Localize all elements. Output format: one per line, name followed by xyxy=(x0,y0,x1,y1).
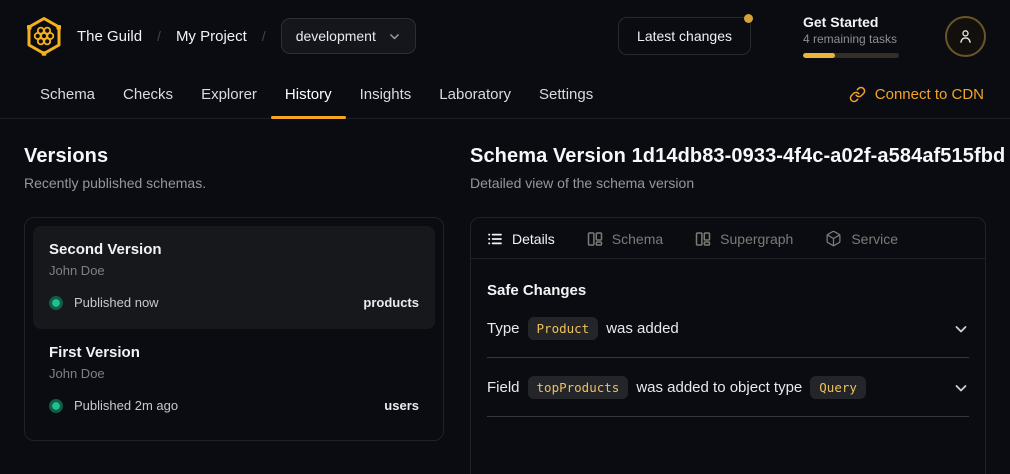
project-breadcrumb[interactable]: My Project xyxy=(176,28,247,45)
version-meta-row: Published 2m ago users xyxy=(49,398,419,413)
change-row[interactable]: Field topProducts was added to object ty… xyxy=(487,358,969,417)
panels-icon xyxy=(695,231,711,247)
schema-version-detail-card: Details Schema xyxy=(470,217,986,474)
change-code-chip: Query xyxy=(810,376,866,399)
version-list-item[interactable]: Second Version John Doe Published now pr… xyxy=(33,226,435,329)
version-list-item[interactable]: First Version John Doe Published 2m ago … xyxy=(33,329,435,432)
version-title: Second Version xyxy=(49,241,419,258)
target-selector-dropdown[interactable]: development xyxy=(281,18,416,54)
get-started-title: Get Started xyxy=(803,14,899,30)
detail-tab-supergraph[interactable]: Supergraph xyxy=(695,231,793,247)
latest-changes-button[interactable]: Latest changes xyxy=(618,17,751,55)
published-time: Published now xyxy=(74,295,159,310)
safe-changes-heading: Safe Changes xyxy=(487,282,969,299)
tab-insights[interactable]: Insights xyxy=(346,70,426,118)
detail-tab-details[interactable]: Details xyxy=(487,231,555,247)
version-meta-row: Published now products xyxy=(49,295,419,310)
tab-explorer[interactable]: Explorer xyxy=(187,70,271,118)
versions-panel: Versions Recently published schemas. Sec… xyxy=(24,141,444,474)
tab-checks[interactable]: Checks xyxy=(109,70,187,118)
versions-subtitle: Recently published schemas. xyxy=(24,175,444,191)
target-selector-value: development xyxy=(296,28,376,44)
tab-settings[interactable]: Settings xyxy=(525,70,607,118)
schema-version-title: Schema Version 1d14db83-0933-4f4c-a02f-a… xyxy=(470,145,986,168)
connect-to-cdn-label: Connect to CDN xyxy=(875,86,984,103)
user-avatar-button[interactable] xyxy=(945,16,986,57)
versions-list: Second Version John Doe Published now pr… xyxy=(24,217,444,441)
version-title: First Version xyxy=(49,344,419,361)
change-code-chip: Product xyxy=(528,317,599,340)
change-prefix: Field xyxy=(487,379,520,396)
breadcrumb-separator: / xyxy=(262,28,266,44)
detail-body: Safe Changes Type Product was added Fiel… xyxy=(471,282,985,417)
get-started-subtitle: 4 remaining tasks xyxy=(803,32,899,46)
published-status-icon xyxy=(49,399,63,413)
service-name: products xyxy=(363,295,419,310)
detail-tab-schema[interactable]: Schema xyxy=(587,231,663,247)
main-content: Versions Recently published schemas. Sec… xyxy=(0,119,1010,474)
published-status-icon xyxy=(49,296,63,310)
app-header: The Guild / My Project / development Lat… xyxy=(0,0,1010,70)
published-time: Published 2m ago xyxy=(74,398,178,413)
chevron-down-icon[interactable] xyxy=(953,321,969,337)
panels-icon xyxy=(587,231,603,247)
service-name: users xyxy=(384,398,419,413)
detail-tab-label: Service xyxy=(851,231,898,247)
detail-tabbar: Details Schema xyxy=(471,218,985,259)
list-icon xyxy=(487,231,503,247)
detail-tab-label: Supergraph xyxy=(720,231,793,247)
get-started-progressbar xyxy=(803,53,899,58)
chevron-down-icon xyxy=(388,30,401,43)
cube-icon xyxy=(825,230,842,247)
detail-tab-label: Details xyxy=(512,231,555,247)
guild-hexagon-logo[interactable] xyxy=(24,15,64,57)
change-prefix: Type xyxy=(487,320,520,337)
detail-tab-service[interactable]: Service xyxy=(825,230,898,247)
chevron-down-icon[interactable] xyxy=(953,380,969,396)
person-icon xyxy=(956,27,975,46)
get-started-progress-fill xyxy=(803,53,835,58)
version-author: John Doe xyxy=(49,366,419,381)
tab-laboratory[interactable]: Laboratory xyxy=(425,70,525,118)
versions-title: Versions xyxy=(24,145,444,168)
change-middle: was added to object type xyxy=(636,379,802,396)
get-started-widget[interactable]: Get Started 4 remaining tasks xyxy=(803,14,899,58)
change-suffix: was added xyxy=(606,320,679,337)
latest-changes-label: Latest changes xyxy=(637,28,732,44)
connect-to-cdn-link[interactable]: Connect to CDN xyxy=(849,70,984,118)
detail-tab-label: Schema xyxy=(612,231,663,247)
project-nav: Schema Checks Explorer History Insights … xyxy=(0,70,1010,119)
notification-dot xyxy=(744,14,753,23)
org-breadcrumb[interactable]: The Guild xyxy=(77,28,142,45)
breadcrumb-separator: / xyxy=(157,28,161,44)
tab-schema[interactable]: Schema xyxy=(26,70,109,118)
schema-version-subtitle: Detailed view of the schema version xyxy=(470,175,986,191)
link-icon xyxy=(849,86,866,103)
tab-history[interactable]: History xyxy=(271,70,346,118)
change-code-chip: topProducts xyxy=(528,376,629,399)
version-author: John Doe xyxy=(49,263,419,278)
change-row[interactable]: Type Product was added xyxy=(487,299,969,358)
schema-version-panel: Schema Version 1d14db83-0933-4f4c-a02f-a… xyxy=(470,141,986,474)
